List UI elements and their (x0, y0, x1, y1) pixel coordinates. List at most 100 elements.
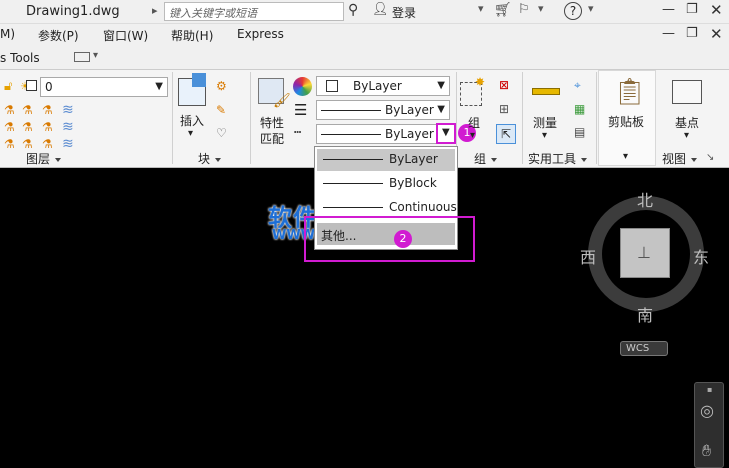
quick-select-icon[interactable]: ▦ (574, 102, 585, 116)
cart-icon[interactable]: 🛒︎ (494, 2, 512, 18)
brush-icon: 🖌︎ (273, 93, 291, 109)
search-input[interactable]: 键入关键字或短语 (164, 2, 344, 21)
layer-stack-icon[interactable]: ≋ (62, 119, 74, 135)
calculator-icon[interactable]: ▤ (574, 125, 585, 139)
wcs-label: WCS (626, 343, 650, 354)
match-label-1[interactable]: 特性 (260, 114, 284, 131)
color-select[interactable]: ByLayer ▼ (316, 76, 450, 96)
exchange-icon[interactable]: ⚐ (518, 2, 530, 17)
nav-close-icon[interactable]: ▪ (707, 385, 712, 394)
login-link[interactable]: 登录 (392, 4, 416, 21)
basepoint-label[interactable]: 基点 (675, 114, 699, 131)
tab-express-tools[interactable]: s Tools (0, 51, 40, 65)
dialog-launcher-icon[interactable]: ↘ (706, 152, 714, 163)
menu-item-help[interactable]: 帮助(H) (171, 27, 213, 44)
compass-west[interactable]: 西 (580, 244, 596, 268)
menu-item-parametric[interactable]: 参数(P) (38, 27, 79, 44)
title-chevron-icon[interactable]: ▸ (152, 4, 158, 17)
layer-tool-icon[interactable]: ⚗ (42, 103, 53, 117)
panel-toggle-icon[interactable] (74, 52, 90, 62)
search-icon[interactable]: ⚲ (348, 2, 358, 18)
color-wheel-icon[interactable] (293, 77, 312, 96)
chevron-down-icon[interactable]: ▾ (470, 130, 475, 141)
close-icon[interactable]: ✕ (710, 1, 723, 19)
chevron-down-icon[interactable]: ▾ (542, 130, 547, 141)
block-panel-title[interactable]: 块 (198, 150, 222, 167)
layer-tool-icon[interactable]: ⚗ (22, 137, 33, 151)
match-properties-icon[interactable]: 🖌︎ (258, 78, 291, 109)
line-preview (323, 159, 383, 160)
dropdown-arrow-icon[interactable]: ▾ (588, 2, 594, 15)
steering-wheel-icon[interactable]: ◎ (700, 401, 714, 420)
pan-hand-icon[interactable]: ✋︎ (702, 441, 711, 461)
chevron-down-icon: ▼ (155, 81, 163, 92)
ruler-icon[interactable] (532, 88, 560, 95)
layer-select[interactable]: 0 ▼ (40, 77, 168, 97)
doc-minimize-icon[interactable]: — (662, 26, 675, 41)
edit-block-icon[interactable]: ✎ (216, 103, 226, 117)
id-point-icon[interactable]: ⌖ (574, 78, 581, 93)
group-panel-title[interactable]: 组 (474, 150, 498, 167)
user-icon[interactable]: 👤︎ (372, 2, 389, 17)
group-icon[interactable]: ✸ (460, 75, 485, 106)
dropdown-arrow-icon[interactable]: ▾ (478, 2, 484, 15)
insert-label[interactable]: 插入 (180, 112, 204, 129)
group-select-icon[interactable]: ⇱ (496, 124, 516, 144)
compass-east[interactable]: 东 (693, 244, 709, 268)
line-preview (323, 183, 383, 184)
layer-tool-icon[interactable]: ⚗ (4, 103, 15, 117)
doc-close-icon[interactable]: ✕ (710, 25, 723, 43)
minimize-icon[interactable]: — (662, 2, 675, 17)
clipboard-icon[interactable]: 📋︎ (613, 77, 646, 107)
ungroup-icon[interactable]: ⊠ (499, 78, 509, 92)
lineweight-select[interactable]: ByLayer ▼ (316, 100, 450, 120)
chevron-down-icon[interactable]: ▾ (188, 128, 193, 139)
layer-tool-icon[interactable]: ⚗ (4, 120, 15, 134)
attribute-icon[interactable]: ♡ (216, 126, 227, 140)
match-label-2[interactable]: 匹配 (260, 130, 284, 147)
wcs-menu[interactable]: WCS (620, 341, 668, 356)
create-block-icon[interactable]: ⚙ (216, 79, 227, 93)
menu-item-express[interactable]: Express (237, 27, 284, 41)
chevron-down-icon[interactable]: ▾ (684, 130, 689, 141)
dropdown-arrow-icon[interactable]: ▾ (538, 2, 544, 15)
layer-tool-icon[interactable]: ⚗ (4, 137, 15, 151)
layer-panel-title[interactable]: 图层 (26, 150, 62, 167)
group-label[interactable]: 组 (468, 114, 480, 131)
linetype-icon[interactable]: ┅ (294, 125, 301, 139)
utilities-panel-title[interactable]: 实用工具 (528, 150, 588, 167)
dropdown-arrow-icon[interactable]: ▾ (93, 50, 98, 61)
lineweight-icon[interactable]: ☰ (294, 101, 307, 119)
layer-value: 0 (45, 80, 53, 94)
layer-tool-icon[interactable]: ⚗ (42, 120, 53, 134)
layer-stack-icon[interactable]: ≋ (62, 136, 74, 152)
linetype-dropdown-button[interactable]: ▼ (436, 123, 456, 144)
layer-tool-icon[interactable]: ⚗ (42, 137, 53, 151)
chevron-down-icon[interactable]: ▾ (623, 151, 628, 162)
layer-stack-icon[interactable]: ≋ (62, 102, 74, 118)
layer-tool-icon[interactable]: ⚗ (22, 103, 33, 117)
linetype-select[interactable]: ByLayer (316, 124, 456, 144)
help-icon[interactable]: ? (564, 2, 582, 20)
basepoint-icon[interactable] (672, 80, 702, 104)
clipboard-label[interactable]: 剪贴板 (608, 113, 644, 130)
measure-label[interactable]: 测量 (533, 114, 557, 131)
dropdown-item-bylayer[interactable]: ByLayer (317, 149, 455, 171)
restore-icon[interactable]: ❐ (686, 2, 698, 17)
compass-south[interactable]: 南 (637, 302, 653, 326)
insert-block-icon[interactable] (178, 73, 206, 106)
panel-divider (522, 72, 523, 164)
dropdown-item-byblock[interactable]: ByBlock (317, 173, 455, 195)
viewcube-face[interactable]: ⊥ (620, 228, 670, 278)
layer-color-swatch[interactable] (26, 80, 37, 91)
menu-item-modify[interactable]: M) (0, 27, 15, 41)
doc-restore-icon[interactable]: ❐ (686, 26, 698, 41)
lock-icon[interactable]: 🔓︎ (4, 79, 12, 94)
view-panel-title[interactable]: 视图 (662, 150, 698, 167)
chevron-down-icon: ▼ (437, 104, 445, 115)
lineweight-value: ByLayer (385, 103, 434, 117)
menu-item-window[interactable]: 窗口(W) (103, 27, 148, 44)
layer-tool-icon[interactable]: ⚗ (22, 120, 33, 134)
compass-north[interactable]: 北 (637, 187, 653, 211)
group-edit-icon[interactable]: ⊞ (499, 102, 509, 116)
